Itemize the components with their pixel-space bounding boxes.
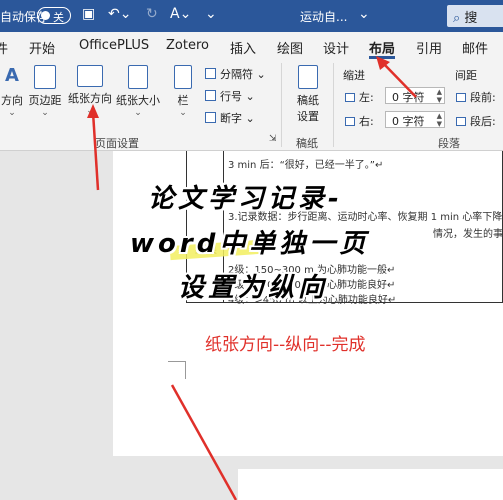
spin-arrows-icon[interactable]: ▲ ▼ <box>437 112 442 128</box>
title-bar: 自动保存 关 ▣ ↶⌄ ↻ A⌄ ⌄ 运动自... ⌄ ⌕ 搜 <box>0 0 503 32</box>
orientation-label: 纸张方向 <box>68 92 112 105</box>
indent-right-label: 右: <box>345 113 374 129</box>
breaks-button[interactable]: 分隔符 ⌄ <box>205 66 266 82</box>
tab-insert[interactable]: 插入 <box>230 38 256 57</box>
paragraph-group-label: 段落 <box>438 137 460 150</box>
text-direction-button[interactable]: A 方向 ⌄ <box>0 65 26 118</box>
red-annotation: 纸张方向--纵向--完成 <box>205 335 366 355</box>
doc-line: 3 min 后：“很好，已经一半了。”↵ <box>228 160 384 171</box>
title-dropdown-icon[interactable]: ⌄ <box>358 6 370 22</box>
toggle-knob <box>41 11 50 20</box>
hyphenation-icon <box>205 112 216 123</box>
indent-left-input[interactable]: 0 字符 ▲ ▼ <box>385 87 445 104</box>
search-label: 搜 <box>464 11 478 26</box>
columns-icon <box>174 65 192 89</box>
tab-zotero[interactable]: Zotero <box>166 38 209 53</box>
size-icon <box>128 65 148 89</box>
caption-line-3: 设置为纵向 <box>178 273 329 303</box>
indent-left-icon <box>345 93 355 102</box>
orientation-icon <box>77 65 103 87</box>
tab-draw[interactable]: 绘图 <box>277 38 303 57</box>
draft-label-line1: 稿纸 <box>297 94 319 107</box>
indent-left-label: 左: <box>345 89 374 105</box>
caption-line-1: 论文学习记录- <box>148 184 343 214</box>
draft-group-label: 稿纸 <box>296 137 318 150</box>
draft-label-line2: 设置 <box>297 110 319 123</box>
caption-line-2: word中单独一页 <box>130 229 370 259</box>
search-box[interactable]: ⌕ 搜 <box>447 5 503 27</box>
hyphenation-label: 断字 <box>220 112 242 125</box>
text-direction-label: 方向 <box>1 94 23 107</box>
redo-icon[interactable]: ↻ <box>146 6 158 22</box>
document-title: 运动自... <box>300 10 348 24</box>
hyphenation-button[interactable]: 断字 ⌄ <box>205 110 255 126</box>
size-label: 纸张大小 <box>116 94 160 107</box>
spacing-before-label: 段前: <box>456 89 496 105</box>
size-button[interactable]: 纸张大小 ⌄ <box>114 65 162 118</box>
columns-label: 栏 <box>177 94 189 107</box>
ribbon-tabs: 件 开始 OfficePLUS Zotero 插入 绘图 设计 布局 引用 邮件 <box>0 32 503 59</box>
autosave-toggle[interactable]: 关 <box>37 7 71 24</box>
breaks-label: 分隔符 <box>220 68 253 81</box>
customize-qat-icon[interactable]: ⌄ <box>205 6 217 22</box>
spacing-before-icon <box>456 93 466 102</box>
chevron-down-icon: ⌄ <box>86 106 94 116</box>
indent-left-value: 0 字符 <box>392 91 425 104</box>
page-setup-group-label: 页面设置 <box>95 137 139 150</box>
group-divider <box>333 63 334 147</box>
tab-mailings[interactable]: 邮件 <box>462 38 488 57</box>
save-icon[interactable]: ▣ <box>82 6 95 22</box>
indent-title: 缩进 <box>343 69 365 82</box>
group-divider <box>281 63 282 147</box>
tab-references[interactable]: 引用 <box>416 38 442 57</box>
next-page[interactable] <box>238 469 503 500</box>
chevron-down-icon: ⌄ <box>179 108 187 118</box>
spacing-after-label: 段后: <box>456 113 496 129</box>
spacing-title: 间距 <box>455 69 477 82</box>
page-margin-mark <box>168 361 186 379</box>
chevron-down-icon: ⌄ <box>134 108 142 118</box>
spacing-after-icon <box>456 117 466 126</box>
margins-button[interactable]: 页边距 ⌄ <box>26 65 64 118</box>
line-numbers-icon <box>205 90 216 101</box>
margins-icon <box>34 65 56 89</box>
breaks-icon <box>205 68 216 79</box>
page-setup-launcher-icon[interactable]: ⇲ <box>269 134 277 144</box>
text-direction-icon: A <box>5 65 19 86</box>
spin-arrows-icon[interactable]: ▲ ▼ <box>437 88 442 104</box>
tab-layout[interactable]: 布局 <box>369 38 395 57</box>
chevron-down-icon: ⌄ <box>41 108 49 118</box>
line-numbers-button[interactable]: 行号 ⌄ <box>205 88 255 104</box>
chevron-down-icon: ⌄ <box>8 108 16 118</box>
tab-officeplus[interactable]: OfficePLUS <box>79 38 149 53</box>
indent-right-input[interactable]: 0 字符 ▲ ▼ <box>385 111 445 128</box>
indent-right-value: 0 字符 <box>392 115 425 128</box>
undo-icon[interactable]: ↶⌄ <box>108 6 131 22</box>
tab-design[interactable]: 设计 <box>323 38 349 57</box>
orientation-button[interactable]: 纸张方向 ⌄ <box>66 65 114 116</box>
tab-home[interactable]: 开始 <box>29 38 55 57</box>
search-icon: ⌕ <box>453 11 461 26</box>
tab-file-edge[interactable]: 件 <box>0 38 8 57</box>
line-numbers-label: 行号 <box>220 90 242 103</box>
columns-button[interactable]: 栏 ⌄ <box>170 65 196 118</box>
font-color-icon[interactable]: A⌄ <box>170 6 191 22</box>
indent-right-icon <box>345 117 355 126</box>
margins-label: 页边距 <box>28 94 62 107</box>
autosave-state: 关 <box>53 11 64 24</box>
ribbon: A 方向 ⌄ 页边距 ⌄ 纸张方向 ⌄ 纸张大小 ⌄ 栏 ⌄ 分隔符 ⌄ 行号 … <box>0 59 503 151</box>
draft-paper-icon <box>298 65 318 89</box>
doc-line: 情况，发生的事件↵ <box>433 229 503 240</box>
draft-settings-button[interactable]: 稿纸 设置 <box>290 65 326 124</box>
